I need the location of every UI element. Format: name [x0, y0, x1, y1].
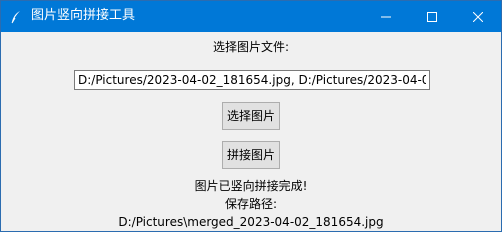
save-path-value: D:/Pictures\merged_2023-04-02_181654.jpg — [118, 215, 384, 229]
select-images-button[interactable]: 选择图片 — [222, 102, 280, 130]
close-button[interactable] — [455, 1, 501, 32]
maximize-button[interactable] — [409, 1, 455, 32]
title-bar[interactable]: 图片竖向拼接工具 — [1, 1, 501, 32]
save-path-label: 保存路径: — [224, 197, 278, 211]
app-window: 图片竖向拼接工具 选择图片文件: 选择图片 拼接图片 图片已竖向拼接完成! 保存… — [0, 0, 502, 232]
feather-icon — [9, 9, 23, 24]
maximize-icon — [427, 11, 437, 22]
close-icon — [473, 11, 483, 22]
window-title: 图片竖向拼接工具 — [31, 8, 136, 23]
select-files-label: 选择图片文件: — [212, 40, 290, 54]
minimize-button[interactable] — [363, 1, 409, 32]
merge-images-button[interactable]: 拼接图片 — [222, 141, 280, 169]
minimize-icon — [381, 12, 391, 22]
status-message: 图片已竖向拼接完成! — [194, 179, 308, 193]
file-list-input[interactable] — [74, 70, 430, 90]
